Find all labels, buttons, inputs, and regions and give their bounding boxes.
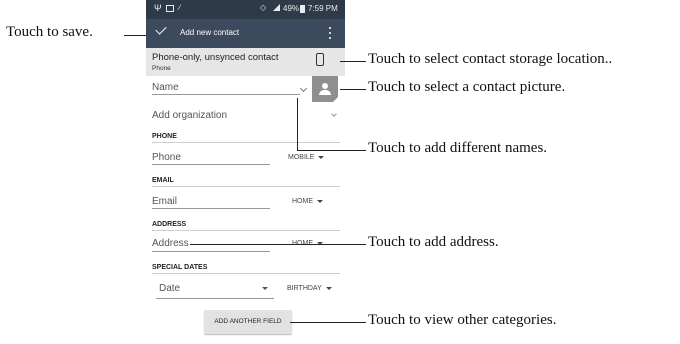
tool-notification-icon: ∕ bbox=[179, 3, 181, 12]
contact-photo-button[interactable] bbox=[312, 76, 338, 102]
email-section-divider bbox=[152, 186, 340, 187]
phone-device-icon[interactable] bbox=[316, 53, 324, 66]
dates-section-header: SPECIAL DATES bbox=[152, 264, 208, 271]
image-notification-icon bbox=[166, 5, 174, 12]
address-section-header: ADDRESS bbox=[152, 221, 187, 228]
overflow-menu-icon[interactable] bbox=[329, 27, 331, 40]
account-subtitle: Phone bbox=[152, 65, 171, 72]
battery-percent: 49% bbox=[283, 4, 300, 13]
organization-chevron-icon[interactable] bbox=[331, 111, 337, 117]
name-underline bbox=[152, 94, 300, 95]
add-another-field-label: ADD ANOTHER FIELD bbox=[214, 318, 282, 325]
phone-underline bbox=[152, 164, 270, 165]
dates-section-divider bbox=[152, 273, 340, 274]
address-field[interactable]: Address bbox=[152, 238, 189, 249]
account-selector[interactable]: Phone-only, unsynced contact Phone bbox=[146, 48, 345, 76]
annotation-address: Touch to add address. bbox=[368, 234, 499, 250]
date-type-dropdown[interactable]: BIRTHDAY bbox=[287, 285, 332, 292]
annotation-picture-line bbox=[340, 89, 366, 90]
phone-field[interactable]: Phone bbox=[152, 152, 181, 163]
phone-screen: Ψ ∕ ◇ 49% 7:59 PM Add new contact Phone-… bbox=[146, 0, 345, 344]
annotation-categories-line bbox=[290, 322, 366, 323]
annotation-names-vline bbox=[297, 98, 298, 150]
phone-section-header: PHONE bbox=[152, 133, 177, 140]
annotation-save: Touch to save. bbox=[6, 24, 93, 40]
check-icon[interactable] bbox=[155, 23, 167, 35]
phone-section-divider bbox=[152, 142, 340, 143]
annotation-storage: Touch to select contact storage location… bbox=[368, 51, 613, 67]
signal-icon bbox=[273, 4, 280, 11]
address-underline bbox=[152, 251, 270, 252]
email-section-header: EMAIL bbox=[152, 177, 174, 184]
chevron-down-icon[interactable] bbox=[299, 84, 308, 93]
annotation-storage-line bbox=[340, 61, 366, 62]
annotation-names: Touch to add different names. bbox=[368, 140, 548, 156]
phone-type-dropdown[interactable]: MOBILE bbox=[288, 154, 325, 161]
address-section-divider bbox=[152, 230, 340, 231]
dropdown-arrow-icon bbox=[325, 286, 332, 290]
battery-icon bbox=[300, 5, 305, 13]
add-another-field-button[interactable]: ADD ANOTHER FIELD bbox=[204, 310, 292, 334]
app-bar-title: Add new contact bbox=[180, 28, 240, 37]
app-bar: Add new contact bbox=[146, 19, 345, 48]
dropdown-arrow-icon bbox=[318, 155, 325, 159]
photo-corner-indicator bbox=[333, 97, 338, 102]
organization-field[interactable]: Add organization bbox=[152, 110, 227, 121]
vibrate-icon: ◇ bbox=[260, 3, 267, 12]
date-type-label: BIRTHDAY bbox=[287, 285, 322, 292]
annotation-names-line bbox=[297, 150, 366, 151]
status-bar: Ψ ∕ ◇ 49% 7:59 PM bbox=[146, 0, 345, 19]
date-underline bbox=[156, 298, 274, 299]
date-label: Date bbox=[159, 283, 181, 294]
annotation-address-line bbox=[190, 244, 366, 245]
email-type-dropdown[interactable]: HOME bbox=[292, 198, 323, 205]
annotation-picture: Touch to select a contact picture. bbox=[368, 79, 566, 95]
usb-icon: Ψ bbox=[154, 3, 162, 13]
phone-type-label: MOBILE bbox=[288, 154, 315, 161]
email-type-label: HOME bbox=[292, 198, 313, 205]
dropdown-arrow-icon bbox=[316, 199, 323, 203]
status-time: 7:59 PM bbox=[308, 4, 338, 13]
annotation-categories: Touch to view other categories. bbox=[368, 312, 557, 328]
email-field[interactable]: Email bbox=[152, 196, 177, 207]
date-field[interactable]: Date bbox=[156, 283, 270, 295]
date-dropdown-arrow-icon bbox=[262, 287, 268, 290]
name-field[interactable]: Name bbox=[152, 82, 179, 93]
email-underline bbox=[152, 208, 270, 209]
account-title: Phone-only, unsynced contact bbox=[152, 52, 279, 63]
